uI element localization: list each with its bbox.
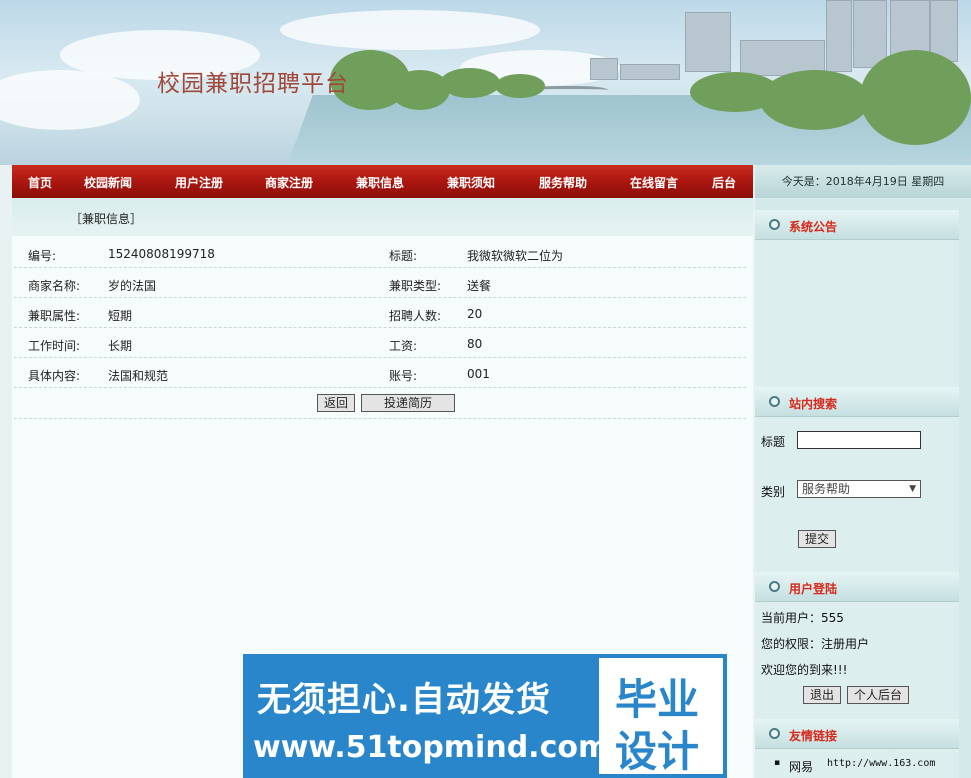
field-label: 商家名称:: [28, 279, 81, 293]
nav-help[interactable]: 服务帮助: [539, 174, 587, 191]
nav-home[interactable]: 首页: [28, 174, 52, 191]
nav-jobs[interactable]: 兼职信息: [356, 174, 404, 191]
bullet-icon: [769, 728, 780, 739]
field-value: 15240808199718: [108, 247, 215, 261]
field-label: 标题:: [389, 249, 418, 263]
divider: [14, 418, 746, 419]
field-label: 编号:: [28, 249, 57, 263]
logout-button[interactable]: 退出: [803, 686, 841, 704]
list-bullet-icon: ▪: [774, 758, 781, 768]
detail-row: 商家名称: 岁的法国 兼职类型: 送餐: [14, 268, 746, 298]
current-user: 当前用户：555: [761, 611, 844, 625]
watermark-box-line2: 设计: [615, 727, 700, 776]
breadcrumb-bar: ［兼职信息］: [12, 198, 753, 236]
notice-title: 系统公告: [789, 220, 838, 234]
search-title: 站内搜索: [789, 397, 838, 411]
search-title-label: 标题: [761, 435, 786, 449]
field-value: 我微软微软二位为: [467, 249, 564, 263]
watermark-line1: 无须担心.自动发货: [257, 680, 551, 720]
search-type-value: 服务帮助: [802, 482, 851, 496]
field-value: 长期: [108, 339, 133, 353]
notice-header: 系统公告: [755, 210, 959, 240]
notice-content: [755, 240, 959, 387]
link-name[interactable]: 网易: [789, 758, 813, 775]
login-header: 用户登陆: [755, 572, 959, 602]
field-value: 法国和规范: [108, 369, 169, 383]
chevron-down-icon: ▼: [909, 484, 916, 494]
field-label: 兼职属性:: [28, 309, 81, 323]
field-value: 短期: [108, 309, 133, 323]
watermark-banner: 无须担心.自动发货 www.51topmind.com 毕业 设计: [243, 654, 727, 778]
bullet-icon: [769, 581, 780, 592]
nav-campus-news[interactable]: 校园新闻: [84, 174, 132, 191]
field-value: 20: [467, 307, 483, 321]
field-value: 岁的法国: [108, 279, 157, 293]
search-type-label: 类别: [761, 485, 786, 499]
permission: 您的权限：注册用户: [761, 637, 870, 651]
nav-job-notes[interactable]: 兼职须知: [447, 174, 495, 191]
nav-admin[interactable]: 后台: [712, 174, 736, 191]
search-type-select[interactable]: 服务帮助 ▼: [797, 480, 921, 498]
detail-row: 编号: 15240808199718 标题: 我微软微软二位为: [14, 238, 746, 268]
welcome-text: 欢迎您的到来!!!: [761, 663, 848, 677]
field-label: 具体内容:: [28, 369, 81, 383]
login-title: 用户登陆: [789, 582, 838, 596]
submit-button[interactable]: 提交: [798, 530, 836, 548]
personal-center-button[interactable]: 个人后台: [847, 686, 909, 704]
watermark-url: www.51topmind.com: [253, 730, 610, 765]
breadcrumb: ［兼职信息］: [70, 212, 143, 226]
links-title: 友情链接: [789, 729, 838, 743]
watermark-box: 毕业 设计: [599, 658, 723, 776]
detail-row: 具体内容: 法国和规范 账号: 001: [14, 358, 746, 388]
field-label: 招聘人数:: [389, 309, 442, 323]
field-label: 工资:: [389, 339, 418, 353]
field-value: 001: [467, 367, 490, 381]
field-label: 兼职类型:: [389, 279, 442, 293]
field-label: 工作时间:: [28, 339, 81, 353]
nav-merchant-register[interactable]: 商家注册: [265, 174, 313, 191]
search-header: 站内搜索: [755, 387, 959, 417]
bullet-icon: [769, 396, 780, 407]
bullet-icon: [769, 219, 780, 230]
main-nav: 首页 校园新闻 用户注册 商家注册 兼职信息 兼职须知 服务帮助 在线留言 后台: [12, 165, 753, 198]
links-header: 友情链接: [755, 719, 959, 749]
search-input[interactable]: [797, 431, 921, 449]
header-banner: 校园兼职招聘平台: [0, 0, 971, 165]
detail-row: 工作时间: 长期 工资: 80: [14, 328, 746, 358]
field-label: 账号:: [389, 369, 418, 383]
link-url[interactable]: http://www.163.com: [827, 758, 935, 769]
apply-resume-button[interactable]: 投递简历: [361, 394, 455, 412]
site-title: 校园兼职招聘平台: [157, 71, 349, 97]
nav-user-register[interactable]: 用户注册: [175, 174, 223, 191]
detail-row: 兼职属性: 短期 招聘人数: 20: [14, 298, 746, 328]
back-button[interactable]: 返回: [317, 394, 355, 412]
date-display: 今天是：2018年4月19日 星期四: [755, 165, 971, 198]
nav-message[interactable]: 在线留言: [630, 174, 678, 191]
field-value: 80: [467, 337, 483, 351]
field-value: 送餐: [467, 279, 492, 293]
